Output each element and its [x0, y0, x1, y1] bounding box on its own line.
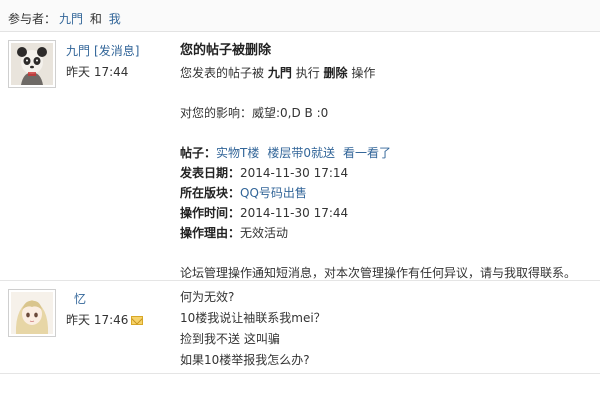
operation-verb: 执行 [295, 66, 320, 80]
impact-line: 对您的影响：威望:0,D B :0 [180, 106, 329, 120]
message-time: 昨天 17:44 [66, 65, 129, 79]
post-label: 帖子： [180, 146, 217, 160]
message-body: 您的帖子被删除 您发表的帖子被 九門 执行 删除 操作 对您的影响：威望:0,D… [180, 41, 576, 283]
operation-line: 您发表的帖子被 九門 执行 删除 操作 [180, 63, 576, 83]
message-body: 何为无效? 10楼我说让袖联系我mei？ 捡到我不送 这叫骗 如果10楼举报我怎… [180, 287, 326, 371]
reason-label: 操作理由： [180, 226, 241, 240]
message-item-system: 九門 [发消息] 昨天 17:44 您的帖子被删除 您发表的帖子被 九門 执行 删… [0, 33, 600, 281]
operation-time-value: 2014-11-30 17:44 [240, 206, 349, 220]
participant-link-jiumen[interactable]: 九門 [59, 12, 83, 26]
post-date-line: 发表日期：2014-11-30 17:14 [180, 163, 576, 183]
reply-line: 如果10楼举报我怎么办? [180, 353, 310, 367]
reply-line: 10楼我说让袖联系我mei？ [180, 311, 326, 325]
operation-time-label: 操作时间： [180, 206, 241, 220]
message-author-block: 忆 昨天 17:46 [66, 290, 144, 328]
reply-line: 捡到我不送 这叫骗 [180, 332, 280, 346]
message-item-reply: 忆 昨天 17:46 何为无效? 10楼我说让袖联系我mei？ 捡到我不送 这叫… [0, 282, 600, 374]
envelope-icon[interactable] [131, 316, 144, 325]
notice-footer: 论坛管理操作通知短消息，对本次管理操作有任何异议，请与我取得联系。 [180, 266, 577, 280]
operation-user: 九門 [267, 66, 292, 80]
reason-line: 操作理由：无效活动 [180, 223, 576, 243]
participants-conjunction: 和 [89, 12, 102, 26]
board-line: 所在版块：QQ号码出售 [180, 183, 576, 203]
reply-line: 何为无效? [180, 290, 235, 304]
participant-link-me[interactable]: 我 [109, 12, 121, 26]
avatar-jiumen[interactable] [8, 40, 56, 88]
panda-avatar-icon [11, 43, 53, 85]
message-subject: 您的帖子被删除 [180, 43, 272, 58]
post-title-link-3[interactable]: 看一看了 [343, 146, 391, 160]
send-message-link[interactable]: [发消息] [94, 44, 139, 58]
post-date-label: 发表日期： [180, 166, 241, 180]
operation-suffix: 操作 [351, 66, 376, 80]
avatar-yi[interactable] [8, 289, 56, 337]
participants-bar: 参与者： 九門 和 我 [0, 0, 600, 32]
author-link-jiumen[interactable]: 九門 [66, 44, 90, 58]
message-time-text: 昨天 17:46 [66, 313, 129, 327]
operation-prefix: 您发表的帖子被 [180, 66, 265, 80]
post-line: 帖子：实物T楼 楼层带0就送 看一看了 [180, 143, 576, 163]
participants-label: 参与者： [8, 12, 57, 26]
board-label: 所在版块： [180, 186, 241, 200]
board-link[interactable]: QQ号码出售 [240, 186, 307, 200]
operation-action: 删除 [323, 66, 348, 80]
message-author-block: 九門 [发消息] 昨天 17:44 [66, 42, 139, 80]
operation-time-line: 操作时间：2014-11-30 17:44 [180, 203, 576, 223]
post-title-link-2[interactable]: 楼层带0就送 [267, 146, 335, 160]
reason-value: 无效活动 [240, 226, 289, 240]
post-title-link[interactable]: 实物T楼 [216, 146, 259, 160]
author-link-yi[interactable]: 忆 [74, 290, 143, 307]
post-date-value: 2014-11-30 17:14 [240, 166, 349, 180]
anime-girl-avatar-icon [11, 292, 53, 334]
message-time: 昨天 17:46 [66, 311, 144, 328]
